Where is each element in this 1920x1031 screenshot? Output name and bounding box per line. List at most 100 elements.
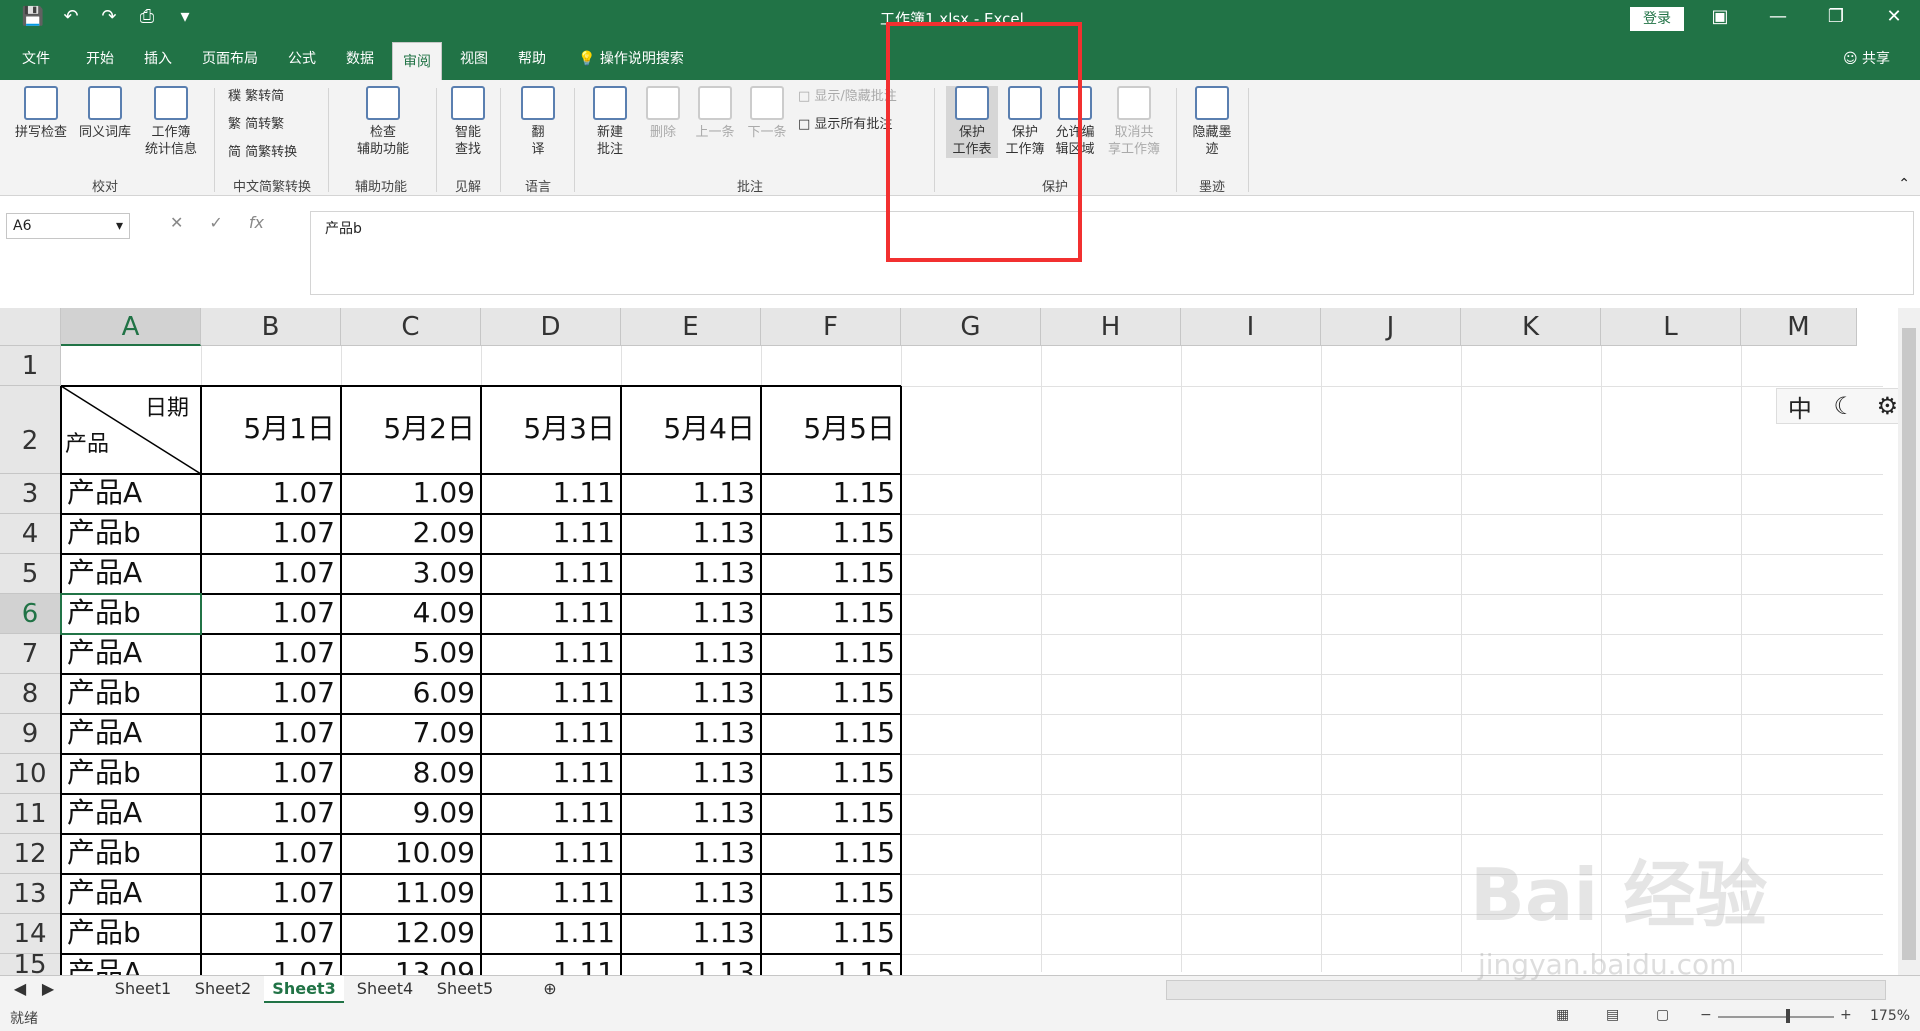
select-all-corner[interactable] <box>0 308 61 346</box>
row-header[interactable]: 4 <box>0 514 61 554</box>
value-cell[interactable]: 1.13 <box>621 754 761 794</box>
product-cell[interactable]: 产品A <box>61 634 201 674</box>
vertical-scrollbar[interactable] <box>1898 308 1920 998</box>
value-cell[interactable]: 1.11 <box>481 874 621 914</box>
row-header[interactable]: 7 <box>0 634 61 674</box>
customize-icon[interactable]: ▾ <box>172 6 198 27</box>
ime-mode-label[interactable]: 中 <box>1788 389 1812 424</box>
sheet-tab[interactable]: Sheet4 <box>346 976 424 1004</box>
value-cell[interactable]: 1.07 <box>201 554 341 594</box>
thesaurus-button[interactable]: 同义词库 <box>74 86 136 141</box>
value-cell[interactable]: 1.11 <box>481 954 621 976</box>
value-cell[interactable]: 1.13 <box>621 634 761 674</box>
column-header-a[interactable]: A <box>61 308 201 346</box>
value-cell[interactable]: 1.15 <box>761 554 901 594</box>
check-accessibility-button[interactable]: 检查 辅助功能 <box>340 86 426 158</box>
value-cell[interactable]: 8.09 <box>341 754 481 794</box>
scroll-thumb[interactable] <box>1902 328 1916 960</box>
product-cell[interactable]: 产品A <box>61 474 201 514</box>
tab-view[interactable]: 视图 <box>450 38 498 80</box>
value-cell[interactable]: 1.11 <box>481 634 621 674</box>
column-header-g[interactable]: G <box>901 308 1041 346</box>
value-cell[interactable]: 5.09 <box>341 634 481 674</box>
row-header[interactable]: 8 <box>0 674 61 714</box>
row-header[interactable]: 2 <box>0 386 61 474</box>
collapse-ribbon-icon[interactable]: ⌃ <box>1898 176 1910 192</box>
column-header-b[interactable]: B <box>201 308 341 346</box>
row-header[interactable]: 5 <box>0 554 61 594</box>
value-cell[interactable]: 1.13 <box>621 474 761 514</box>
new-comment-button[interactable]: 新建 批注 <box>584 86 636 158</box>
value-cell[interactable]: 1.07 <box>201 954 341 976</box>
value-cell[interactable]: 1.11 <box>481 754 621 794</box>
share-button[interactable]: ☺ 共享 <box>1843 38 1890 80</box>
row-header[interactable]: 3 <box>0 474 61 514</box>
value-cell[interactable]: 1.13 <box>621 554 761 594</box>
value-cell[interactable]: 1.13 <box>621 594 761 634</box>
value-cell[interactable]: 1.11 <box>481 474 621 514</box>
redo-icon[interactable]: ↷ <box>96 6 122 27</box>
show-hide-comment-button[interactable]: □ 显示/隐藏批注 <box>798 86 897 108</box>
value-cell[interactable]: 6.09 <box>341 674 481 714</box>
value-cell[interactable]: 1.15 <box>761 954 901 976</box>
value-cell[interactable]: 1.15 <box>761 714 901 754</box>
page-layout-view-icon[interactable]: ▤ <box>1606 1007 1619 1023</box>
close-icon[interactable]: ✕ <box>1874 6 1914 27</box>
value-cell[interactable]: 1.07 <box>201 794 341 834</box>
smart-lookup-button[interactable]: 智能 查找 <box>444 86 492 158</box>
value-cell[interactable]: 7.09 <box>341 714 481 754</box>
row-header[interactable]: 9 <box>0 714 61 754</box>
value-cell[interactable]: 1.15 <box>761 514 901 554</box>
unshare-workbook-button[interactable]: 取消共 享工作簿 <box>1102 86 1166 158</box>
maximize-icon[interactable]: ❐ <box>1816 6 1856 27</box>
add-sheet-icon[interactable]: ⊕ <box>536 976 564 1004</box>
value-cell[interactable]: 1.15 <box>761 914 901 954</box>
restore-ribbon-icon[interactable]: ▣ <box>1700 6 1740 27</box>
value-cell[interactable]: 1.11 <box>481 794 621 834</box>
workbook-stats-button[interactable]: 工作簿 统计信息 <box>140 86 202 158</box>
value-cell[interactable]: 1.07 <box>201 594 341 634</box>
product-cell[interactable]: 产品b <box>61 834 201 874</box>
value-cell[interactable]: 1.15 <box>761 634 901 674</box>
tab-insert[interactable]: 插入 <box>134 38 182 80</box>
value-cell[interactable]: 1.07 <box>201 754 341 794</box>
row-header[interactable]: 14 <box>0 914 61 954</box>
value-cell[interactable]: 1.11 <box>481 834 621 874</box>
next-sheet-icon[interactable]: ▶ <box>38 976 58 1004</box>
column-header-e[interactable]: E <box>621 308 761 346</box>
value-cell[interactable]: 1.07 <box>201 674 341 714</box>
name-box[interactable]: A6 ▾ <box>6 213 130 239</box>
value-cell[interactable]: 4.09 <box>341 594 481 634</box>
product-cell[interactable]: 产品A <box>61 874 201 914</box>
value-cell[interactable]: 1.13 <box>621 714 761 754</box>
insert-function-icon[interactable]: fx <box>249 213 264 232</box>
product-cell[interactable]: 产品b <box>61 674 201 714</box>
column-header-d[interactable]: D <box>481 308 621 346</box>
show-all-comments-button[interactable]: □ 显示所有批注 <box>798 114 892 136</box>
value-cell[interactable]: 1.11 <box>481 514 621 554</box>
save-icon[interactable]: 💾 <box>20 6 46 27</box>
value-cell[interactable]: 1.13 <box>621 914 761 954</box>
value-cell[interactable]: 1.11 <box>481 554 621 594</box>
value-cell[interactable]: 1.11 <box>481 914 621 954</box>
chinese-convert-button[interactable]: 简 简繁转换 <box>228 142 297 164</box>
value-cell[interactable]: 1.13 <box>621 514 761 554</box>
value-cell[interactable]: 1.15 <box>761 754 901 794</box>
column-header-j[interactable]: J <box>1321 308 1461 346</box>
column-header-l[interactable]: L <box>1601 308 1741 346</box>
tab-file[interactable]: 文件 <box>12 38 60 80</box>
zoom-out-icon[interactable]: − <box>1700 1007 1712 1023</box>
value-cell[interactable]: 13.09 <box>341 954 481 976</box>
delete-comment-button[interactable]: 删除 <box>640 86 686 141</box>
sheet-tab[interactable]: Sheet2 <box>184 976 262 1004</box>
value-cell[interactable]: 1.07 <box>201 914 341 954</box>
column-header-h[interactable]: H <box>1041 308 1181 346</box>
value-cell[interactable]: 3.09 <box>341 554 481 594</box>
gear-icon[interactable]: ⚙ <box>1877 392 1899 420</box>
value-cell[interactable]: 1.11 <box>481 714 621 754</box>
tab-help[interactable]: 帮助 <box>508 38 556 80</box>
sheet-tab[interactable]: Sheet1 <box>104 976 182 1004</box>
value-cell[interactable]: 1.15 <box>761 874 901 914</box>
column-header-i[interactable]: I <box>1181 308 1321 346</box>
value-cell[interactable]: 2.09 <box>341 514 481 554</box>
